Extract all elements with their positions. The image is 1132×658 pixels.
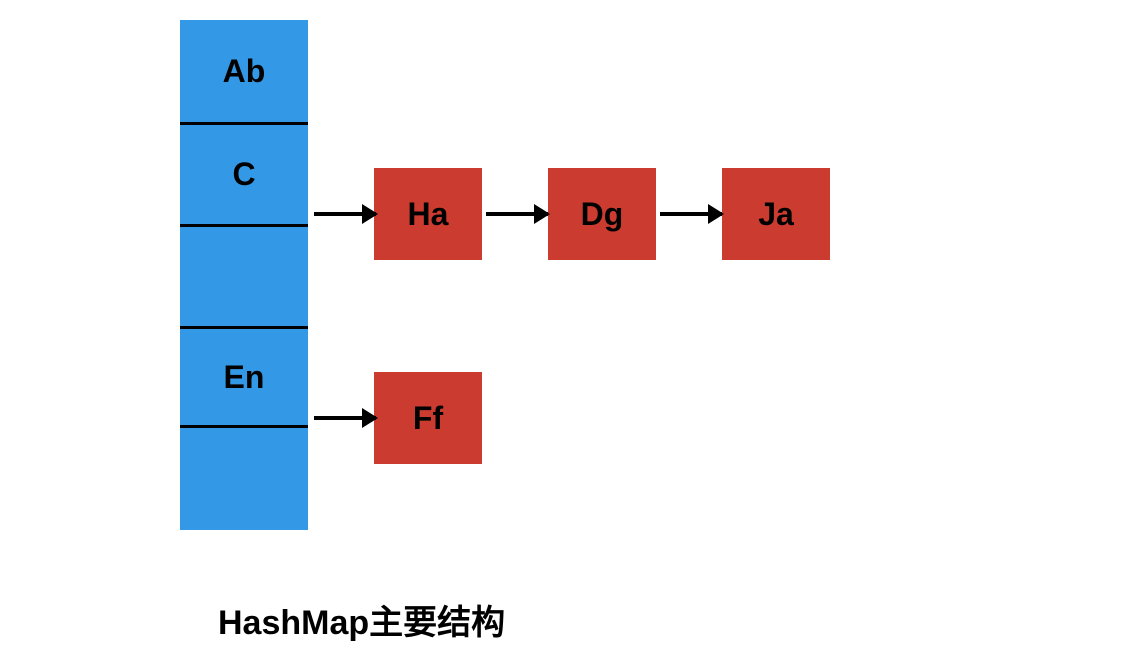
chain-row-1: Ha Dg Ja	[308, 168, 830, 260]
arrow-icon	[314, 212, 376, 216]
bucket-cell-0: Ab	[180, 20, 308, 122]
arrow-icon	[660, 212, 722, 216]
diagram-caption: HashMap主要结构	[218, 595, 505, 644]
linked-node: Ja	[722, 168, 830, 260]
bucket-cell-4	[180, 428, 308, 530]
linked-node: Ha	[374, 168, 482, 260]
chain-row-3: Ff	[308, 372, 482, 464]
bucket-cell-2	[180, 224, 308, 326]
bucket-array: Ab C En	[180, 20, 308, 530]
hashmap-diagram: Ab C En Ha Dg Ja Ff	[180, 20, 308, 530]
linked-node: Ff	[374, 372, 482, 464]
bucket-cell-1: C	[180, 122, 308, 224]
arrow-icon	[314, 416, 376, 420]
arrow-icon	[486, 212, 548, 216]
linked-node: Dg	[548, 168, 656, 260]
bucket-cell-3: En	[180, 326, 308, 428]
